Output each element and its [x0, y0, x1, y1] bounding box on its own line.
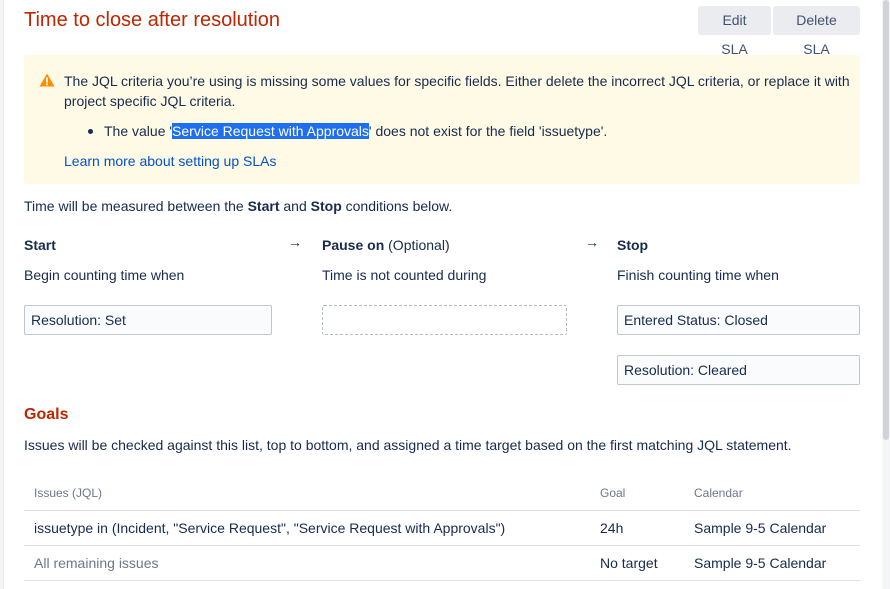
measure-middle: and	[279, 198, 311, 214]
jql-warning-banner: The JQL criteria you’re using is missing…	[24, 55, 860, 184]
arrow-icon: →	[585, 234, 599, 250]
stop-title: Stop	[617, 237, 649, 253]
goal-row-calendar: Sample 9-5 Calendar	[694, 555, 827, 571]
measure-suffix: conditions below.	[341, 198, 453, 214]
bullet-prefix: The value '	[104, 123, 173, 139]
goals-title: Goals	[24, 406, 69, 423]
arrow-icon: →	[288, 234, 302, 250]
warning-icon	[39, 73, 55, 87]
measure-stop-word: Stop	[310, 198, 342, 214]
pause-description: Time is not counted during	[322, 267, 487, 283]
stop-condition-entered-status[interactable]: Entered Status: Closed	[617, 305, 860, 335]
pause-condition-empty[interactable]	[322, 305, 567, 335]
warning-message: The JQL criteria you’re using is missing…	[64, 73, 850, 109]
highlighted-value: Service Request with Approvals	[172, 123, 369, 139]
row-divider	[24, 510, 860, 511]
start-description: Begin counting time when	[24, 267, 185, 283]
measure-description: Time will be measured between the Start …	[24, 197, 452, 215]
start-condition-resolution-set[interactable]: Resolution: Set	[24, 305, 272, 335]
start-title: Start	[24, 237, 56, 253]
scrollbar-thumb[interactable]	[883, 0, 889, 440]
goal-row-calendar: Sample 9-5 Calendar	[694, 520, 827, 536]
learn-more-link[interactable]: Learn more about setting up SLAs	[64, 151, 276, 171]
row-divider	[24, 545, 860, 546]
bullet-suffix: ' does not exist for the field 'issuetyp…	[368, 123, 608, 139]
measure-start-word: Start	[247, 198, 280, 214]
warning-bullet: The value 'Service Request with Approval…	[88, 121, 608, 141]
left-edge	[0, 0, 4, 589]
row-divider	[24, 580, 860, 581]
goal-row-issues: issuetype in (Incident, "Service Request…	[34, 520, 506, 536]
page-title: Time to close after resolution	[24, 9, 281, 31]
edit-sla-button[interactable]: Edit SLA	[698, 6, 771, 57]
scrollbar[interactable]	[882, 0, 890, 589]
goal-row-goal: 24h	[600, 520, 624, 536]
measure-prefix: Time will be measured between the	[24, 198, 248, 214]
goals-description: Issues will be checked against this list…	[24, 437, 792, 453]
goal-row-goal: No target	[600, 555, 658, 571]
goal-row-issues: All remaining issues	[34, 555, 159, 571]
bullet-dot	[88, 129, 93, 134]
column-header-calendar: Calendar	[694, 486, 743, 500]
delete-sla-button[interactable]: Delete SLA	[773, 6, 860, 57]
pause-title: Pause on (Optional)	[322, 237, 450, 253]
column-header-goal: Goal	[600, 486, 626, 500]
column-header-issues: Issues (JQL)	[34, 486, 103, 500]
stop-description: Finish counting time when	[617, 267, 779, 283]
stop-condition-resolution-cleared[interactable]: Resolution: Cleared	[617, 355, 860, 385]
